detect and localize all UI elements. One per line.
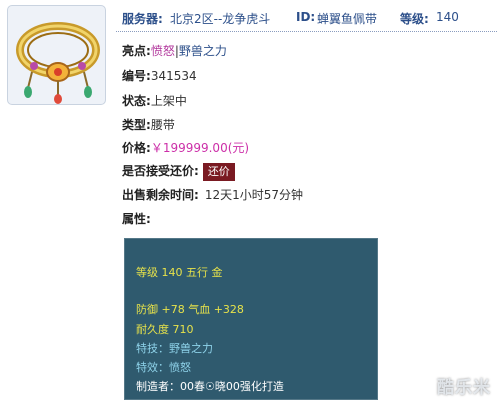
header-divider xyxy=(116,31,497,32)
site-watermark: 酷乐米 xyxy=(437,378,491,398)
type-row: 类型:腰带 xyxy=(122,116,175,134)
type-label: 类型: xyxy=(122,118,151,132)
attr-effect-line: 特效：愤怒 xyxy=(136,361,191,374)
belt-item-icon xyxy=(16,22,100,104)
number-label: 编号: xyxy=(122,69,151,83)
time-remaining-value: 12天1小时57分钟 xyxy=(204,188,303,202)
highlight-anger: 愤怒 xyxy=(150,44,175,58)
number-row: 编号:341534 xyxy=(122,67,197,85)
highlight-row: 亮点:愤怒|野兽之力 xyxy=(122,42,227,60)
attr-level-line: 等级 140 五行 金 xyxy=(136,266,223,279)
listing-header: 服务器: 北京2区--龙争虎斗 ID: 蝉翼鱼佩带 等级: 140 xyxy=(122,10,492,28)
type-value: 腰带 xyxy=(150,118,175,132)
attributes-label: 属性: xyxy=(122,212,151,226)
id-value: 蝉翼鱼佩带 xyxy=(317,12,378,26)
server-label: 服务器: xyxy=(122,12,163,26)
attr-skill-line: 特技：野兽之力 xyxy=(136,342,213,355)
server-value: 北京2区--龙争虎斗 xyxy=(170,12,271,26)
status-value: 上架中 xyxy=(150,94,187,108)
price-label: 价格: xyxy=(122,141,151,155)
price-row: 价格:￥199999.00(元) xyxy=(122,139,249,157)
attributes-row: 属性: xyxy=(122,210,151,228)
highlight-beast-power: 野兽之力 xyxy=(178,44,227,58)
counter-offer-label: 是否接受还价: xyxy=(122,164,199,178)
attr-defense-line: 防御 +78 气血 +328 xyxy=(136,303,244,316)
status-row: 状态:上架中 xyxy=(122,92,187,110)
counter-offer-button[interactable]: 还价 xyxy=(202,162,235,181)
attributes-panel: 等级 140 五行 金 防御 +78 气血 +328 耐久度 710 特技：野兽… xyxy=(124,238,378,400)
attr-durability-line: 耐久度 710 xyxy=(136,323,194,336)
price-value: ￥199999.00(元) xyxy=(150,141,250,155)
number-value: 341534 xyxy=(150,69,197,83)
time-remaining-label: 出售剩余时间: xyxy=(122,188,199,202)
item-thumbnail xyxy=(7,5,106,105)
time-remaining-row: 出售剩余时间: 12天1小时57分钟 xyxy=(122,186,303,204)
level-label: 等级: xyxy=(400,12,429,26)
attr-maker-line: 制造者：00春☉晓00强化打造 xyxy=(136,380,284,393)
counter-offer-row: 是否接受还价: 还价 xyxy=(122,162,235,182)
status-label: 状态: xyxy=(122,94,151,108)
level-value: 140 xyxy=(436,10,459,24)
highlight-label: 亮点: xyxy=(122,44,151,58)
id-label: ID: xyxy=(296,10,316,24)
